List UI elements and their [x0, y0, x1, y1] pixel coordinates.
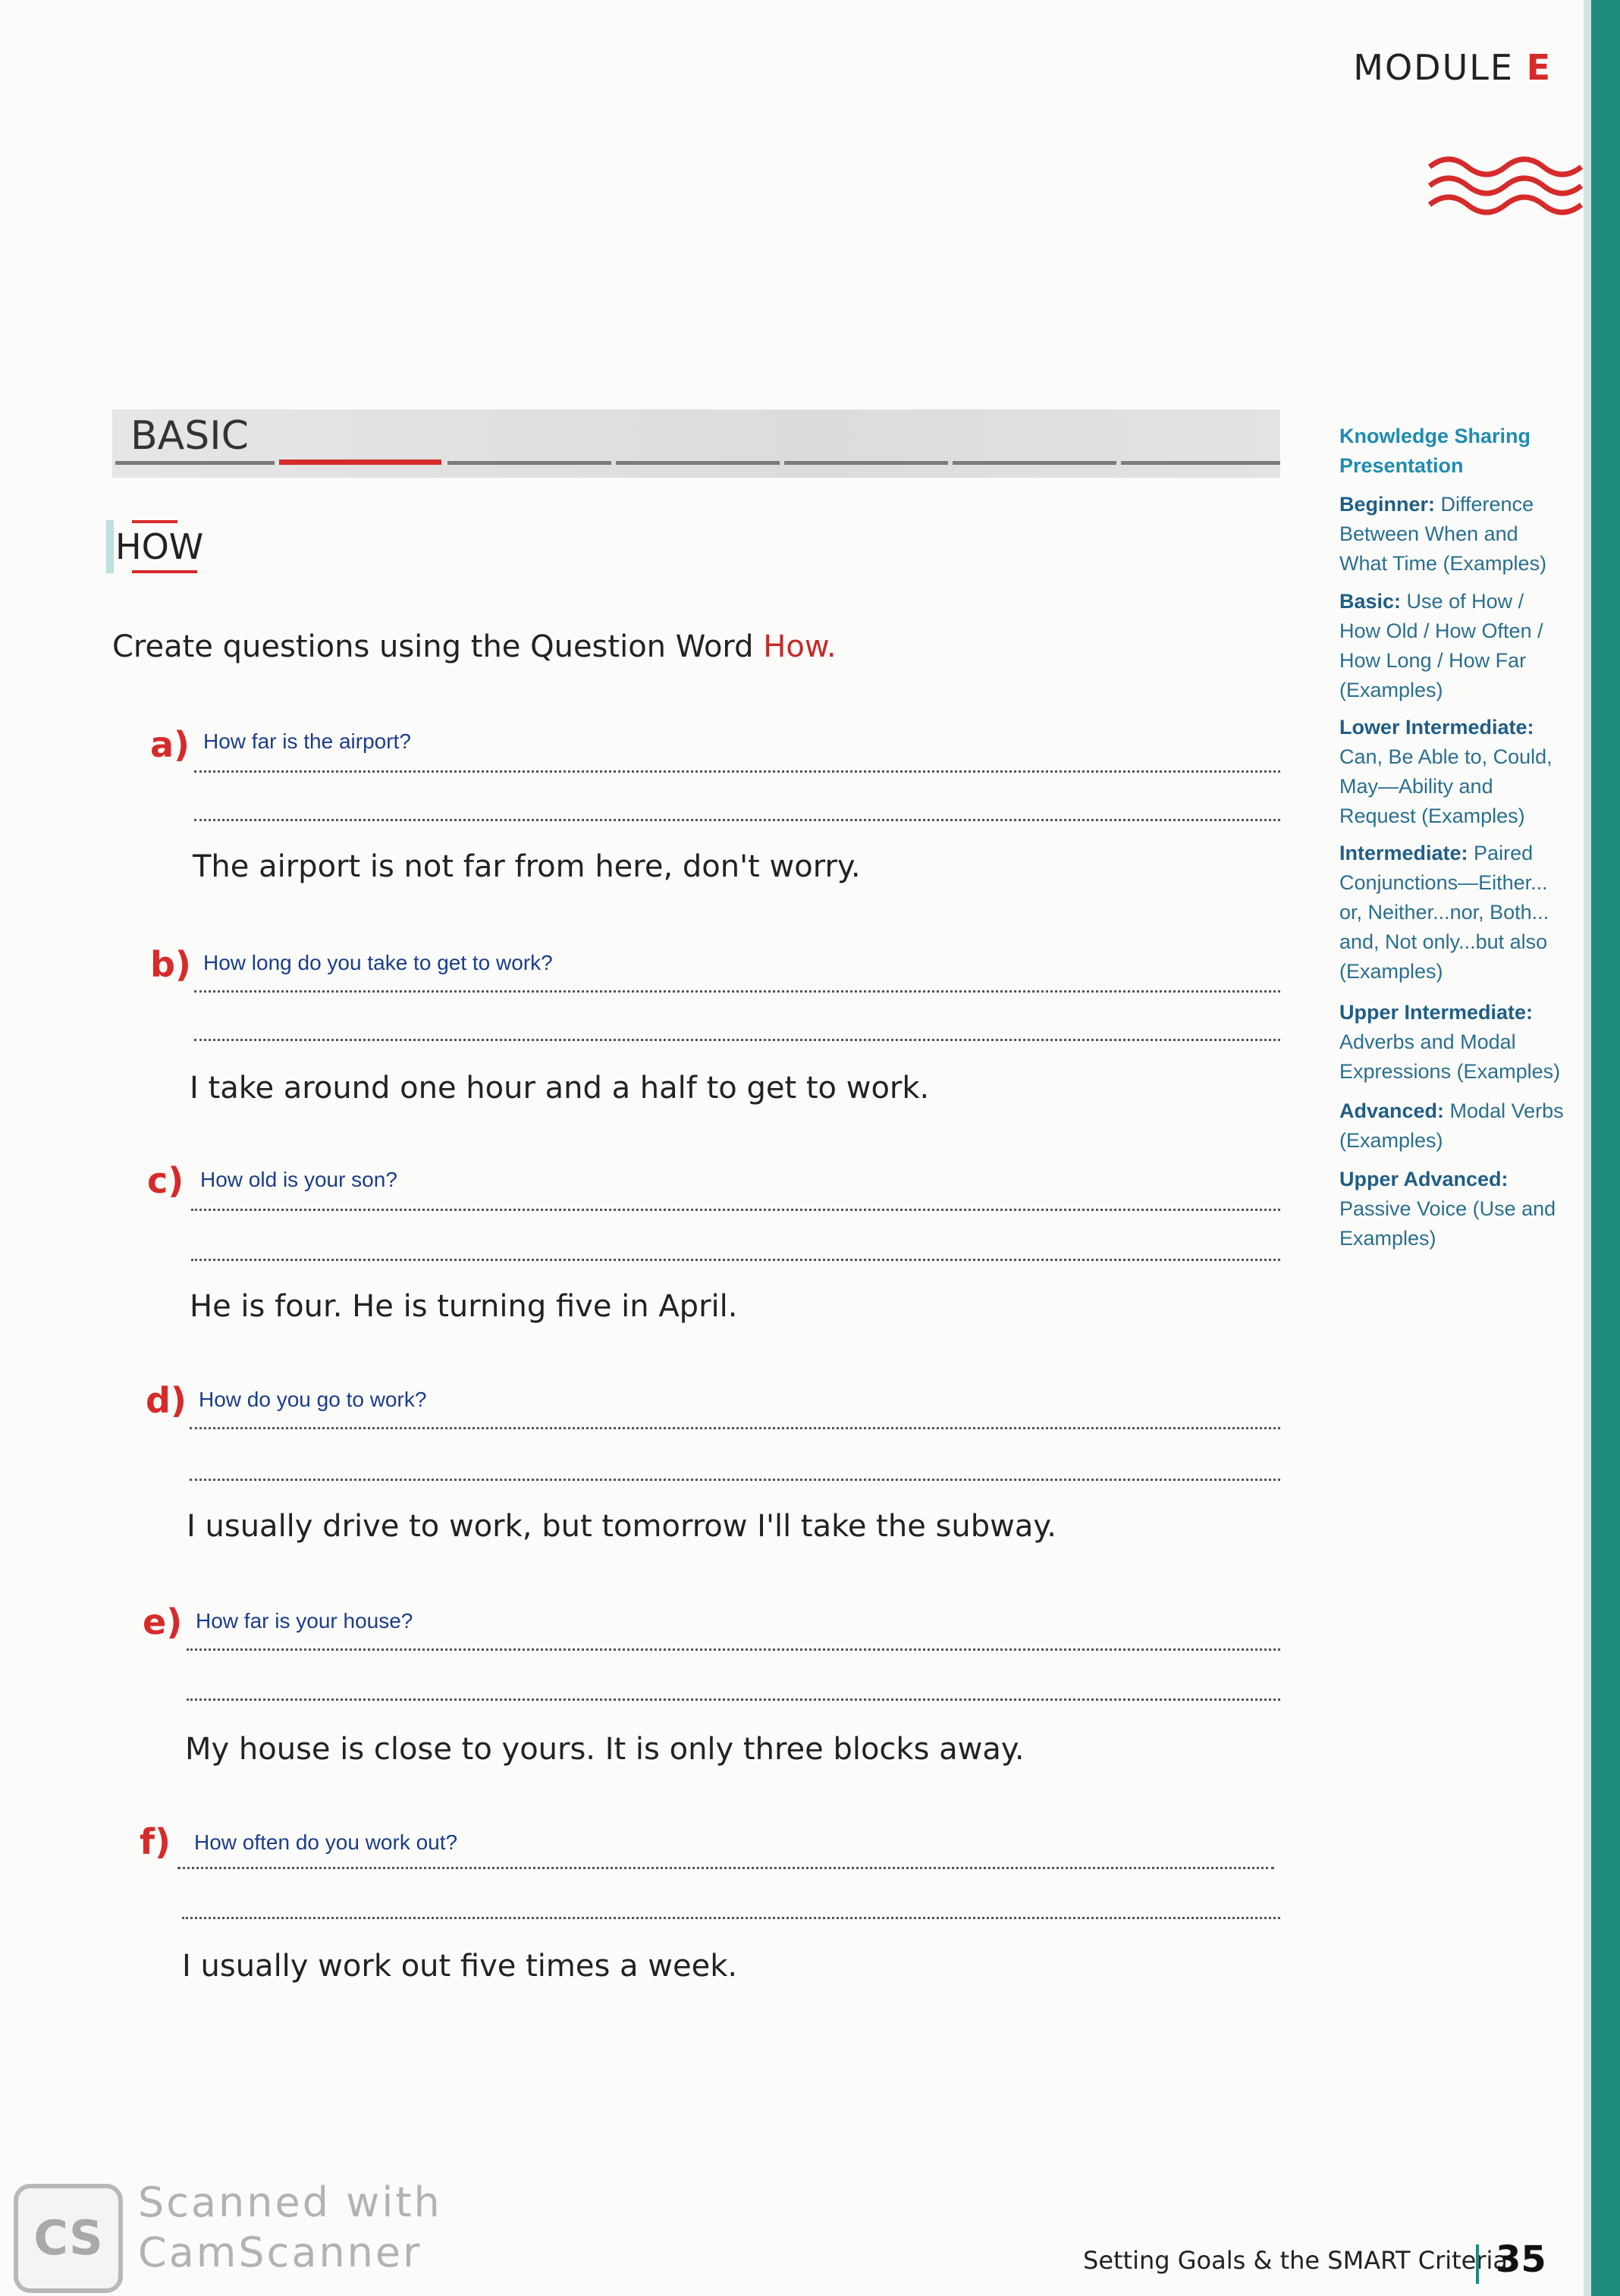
sidebar-entry-text: Can, Be Able to, Could, May—Ability and …: [1339, 745, 1552, 827]
instruction: Create questions using the Question Word…: [112, 629, 837, 664]
item-letter: c): [147, 1160, 184, 1201]
answer-line[interactable]: [182, 1917, 1280, 1919]
sidebar-entry-lower-intermediate: Lower Intermediate: Can, Be Able to, Cou…: [1339, 713, 1567, 831]
band-rule: [447, 461, 611, 465]
sidebar-entry-level: Advanced:: [1339, 1099, 1445, 1122]
sidebar-entry-advanced: Advanced: Modal Verbs (Examples): [1339, 1096, 1567, 1156]
module-header: MODULE E: [1353, 47, 1552, 88]
response-text: I usually drive to work, but tomorrow I'…: [187, 1509, 1057, 1544]
wave-lines-icon: [1427, 156, 1584, 215]
band-rule: [1121, 461, 1280, 465]
camscanner-logo-text: CS: [33, 2210, 103, 2266]
topic-tag: HOW: [106, 520, 203, 573]
answer-line-text[interactable]: How far is the airport?: [203, 729, 411, 754]
band-rule: [115, 461, 275, 465]
response-text: I usually work out five times a week.: [182, 1949, 738, 1984]
camscanner-caption: Scanned with CamScanner: [138, 2178, 442, 2278]
item-letter: d): [146, 1380, 187, 1421]
item-letter: e): [143, 1601, 183, 1642]
band-rule: [953, 461, 1116, 465]
answer-line[interactable]: [194, 990, 1280, 993]
sidebar-entry-level: Basic:: [1339, 590, 1402, 613]
instruction-accent: How.: [763, 629, 837, 664]
item-letter: b): [150, 944, 191, 985]
footer-separator: [1476, 2244, 1479, 2284]
band-rule: [616, 461, 780, 465]
sidebar-entry-level: Intermediate:: [1339, 842, 1468, 864]
sidebar-entry-level: Lower Intermediate:: [1339, 716, 1534, 739]
answer-line[interactable]: [194, 1039, 1280, 1041]
section-band: [112, 409, 1280, 478]
sidebar-entry-basic: Basic: Use of How / How Old / How Often …: [1339, 587, 1567, 705]
answer-line[interactable]: [194, 819, 1280, 821]
sidebar-entry-level: Beginner:: [1339, 493, 1436, 516]
item-letter: f): [140, 1821, 171, 1862]
instruction-text: Create questions using the Question Word: [112, 629, 764, 664]
band-rule-active: [279, 460, 441, 465]
answer-line[interactable]: [187, 1648, 1280, 1651]
camscanner-caption-line1: Scanned with: [138, 2178, 442, 2226]
sidebar-entry-text: Passive Voice (Use and Examples): [1339, 1197, 1556, 1250]
answer-line[interactable]: [191, 1209, 1280, 1211]
answer-line[interactable]: [194, 770, 1280, 773]
answer-line-text[interactable]: How old is your son?: [200, 1168, 397, 1192]
answer-line[interactable]: [190, 1479, 1280, 1481]
page-edge-strip: [1591, 0, 1620, 2296]
response-text: I take around one hour and a half to get…: [190, 1071, 930, 1106]
footer-title: Setting Goals & the SMART Criteria: [1083, 2246, 1508, 2275]
answer-line[interactable]: [187, 1698, 1280, 1701]
sidebar-entry-level: Upper Intermediate:: [1339, 1001, 1534, 1024]
answer-line[interactable]: [191, 1259, 1280, 1261]
answer-line-text[interactable]: How do you go to work?: [199, 1388, 426, 1412]
section-title: BASIC: [130, 413, 249, 459]
topic-tag-underline: [132, 570, 197, 573]
camscanner-caption-line2: CamScanner: [138, 2229, 422, 2276]
sidebar-entry-upper-intermediate: Upper Intermediate: Adverbs and Modal Ex…: [1339, 998, 1567, 1087]
topic-tag-marker: [106, 520, 114, 573]
response-text: My house is close to yours. It is only t…: [185, 1732, 1025, 1767]
sidebar-knowledge-sharing: Knowledge Sharing Presentation: [1339, 425, 1531, 477]
answer-line-text[interactable]: How far is your house?: [196, 1609, 413, 1633]
answer-line[interactable]: [190, 1427, 1280, 1429]
sidebar-entry-text: Adverbs and Modal Expressions (Examples): [1339, 1030, 1561, 1083]
module-letter: E: [1526, 47, 1552, 88]
answer-line-text[interactable]: How long do you take to get to work?: [203, 951, 553, 975]
answer-line-text[interactable]: How often do you work out?: [194, 1830, 457, 1855]
topic-tag-overline: [132, 520, 177, 523]
response-text: The airport is not far from here, don't …: [193, 849, 861, 884]
sidebar-entry-upper-advanced: Upper Advanced: Passive Voice (Use and E…: [1339, 1165, 1567, 1253]
sidebar-entry-intermediate: Intermediate: Paired Conjunctions—Either…: [1339, 839, 1567, 986]
camscanner-logo-icon: CS: [14, 2184, 123, 2293]
module-word: MODULE: [1353, 47, 1514, 88]
response-text: He is four. He is turning five in April.: [190, 1289, 738, 1324]
sidebar-entry-beginner: Beginner: Difference Between When and Wh…: [1339, 490, 1567, 579]
page-number: 35: [1496, 2238, 1546, 2281]
item-letter: a): [150, 724, 190, 765]
band-rule: [784, 461, 948, 465]
sidebar-entry-level: Upper Advanced:: [1339, 1168, 1509, 1190]
topic-tag-label: HOW: [115, 526, 204, 567]
answer-line[interactable]: [177, 1867, 1274, 1869]
